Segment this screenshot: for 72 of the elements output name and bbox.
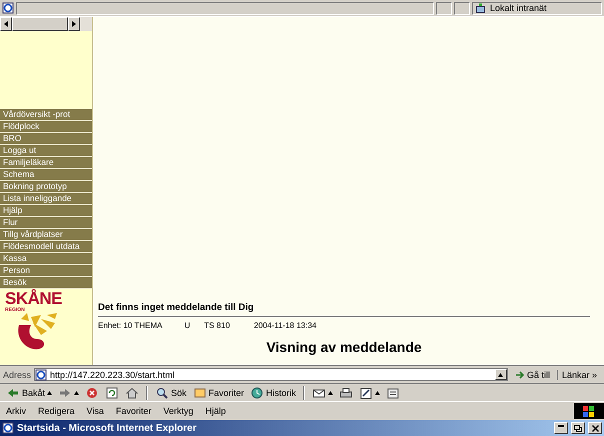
horizontal-scrollbar[interactable] (0, 17, 92, 31)
close-button[interactable] (588, 422, 602, 434)
globe-page-icon (35, 368, 48, 380)
sidebar-link[interactable]: Bokning prototyp (0, 181, 92, 193)
go-arrow-icon (514, 370, 525, 380)
security-zone: Lokalt intranät (490, 3, 547, 13)
toolbar-button[interactable]: Favoriter (190, 385, 246, 400)
intranet-icon (476, 3, 487, 13)
scroll-left-icon[interactable] (0, 17, 12, 31)
menu-item[interactable]: Redigera (32, 406, 81, 416)
sidebar-link[interactable]: Lista inneliggande (0, 193, 92, 205)
menu-item[interactable]: Hjälp (199, 406, 232, 416)
menu-item[interactable]: Arkiv (0, 406, 32, 416)
message-meta: TS 810 (204, 321, 230, 330)
sidebar-link[interactable]: Flur (0, 217, 92, 229)
caret-icon (47, 390, 52, 394)
globe-page-icon (2, 2, 14, 14)
toolbar-button[interactable]: Historik (248, 385, 298, 400)
go-button[interactable]: Gå till (510, 370, 554, 380)
status-panel (454, 2, 470, 14)
caret-icon (498, 372, 504, 376)
toolbar-button[interactable]: Bakåt (4, 385, 54, 400)
logo-wordmark: SKÅNE (5, 291, 62, 307)
address-field[interactable]: http://147.220.223.30/start.html (34, 368, 508, 381)
document-icon (386, 386, 400, 398)
caret-icon (375, 390, 380, 394)
sidebar-link[interactable]: Flödplock (0, 121, 92, 133)
refresh-icon (105, 386, 120, 398)
message-meta: U (184, 321, 190, 330)
forward-arrow-icon (58, 386, 72, 398)
message-text: Det finns inget meddelande till Dig (98, 302, 255, 313)
sidebar-link[interactable]: Besök (0, 277, 92, 289)
search-icon (155, 386, 170, 398)
sidebar-link[interactable]: Hjälp (0, 205, 92, 217)
back-arrow-icon (6, 386, 20, 398)
folder-icon (192, 386, 207, 398)
window-title: Startsida - Microsoft Internet Explorer (17, 422, 198, 434)
printer-icon (339, 386, 354, 398)
sidebar-link[interactable]: BRO (0, 133, 92, 145)
caret-icon (74, 390, 80, 394)
scroll-right-icon[interactable] (68, 17, 80, 31)
house-icon (125, 386, 140, 398)
sidebar-link[interactable]: Person (0, 265, 92, 277)
close-icon (592, 424, 598, 432)
minimize-button[interactable] (554, 422, 568, 434)
scrollbar-thumb[interactable] (12, 17, 68, 31)
restore-icon (574, 424, 582, 432)
menu-item[interactable]: Favoriter (110, 406, 158, 416)
windows-logo-icon (574, 403, 604, 419)
sidebar-link[interactable]: Kassa (0, 253, 92, 265)
sidebar-link[interactable]: Flödesmodell utdata (0, 241, 92, 253)
sidebar-link[interactable]: Schema (0, 169, 92, 181)
status-panel (436, 2, 452, 14)
address-label: Adress (3, 370, 32, 380)
menu-item[interactable]: Visa (80, 406, 110, 416)
links-button[interactable]: Länkar » (556, 370, 601, 380)
message-meta: Enhet: 10 THEMA (98, 321, 162, 330)
message-meta: 2004-11-18 13:34 (254, 321, 316, 330)
sidebar-link[interactable]: Tillg vårdplatser (0, 229, 92, 241)
stop-icon (85, 386, 100, 398)
caret-icon (328, 390, 334, 394)
globe-page-icon (2, 422, 14, 434)
sidebar-link[interactable]: Familjeläkare (0, 157, 92, 169)
restore-button[interactable] (571, 422, 585, 434)
sidebar-link[interactable]: Vårdöversikt -prot (0, 109, 92, 121)
page-heading: Visning av meddelande (265, 339, 423, 355)
clock-icon (250, 386, 264, 398)
sidebar-link[interactable]: Logga ut (0, 145, 92, 157)
toolbar-button[interactable]: Sök (153, 385, 189, 400)
menu-item[interactable]: Verktyg (157, 406, 200, 416)
edit-icon (359, 386, 374, 398)
envelope-icon (312, 386, 326, 398)
